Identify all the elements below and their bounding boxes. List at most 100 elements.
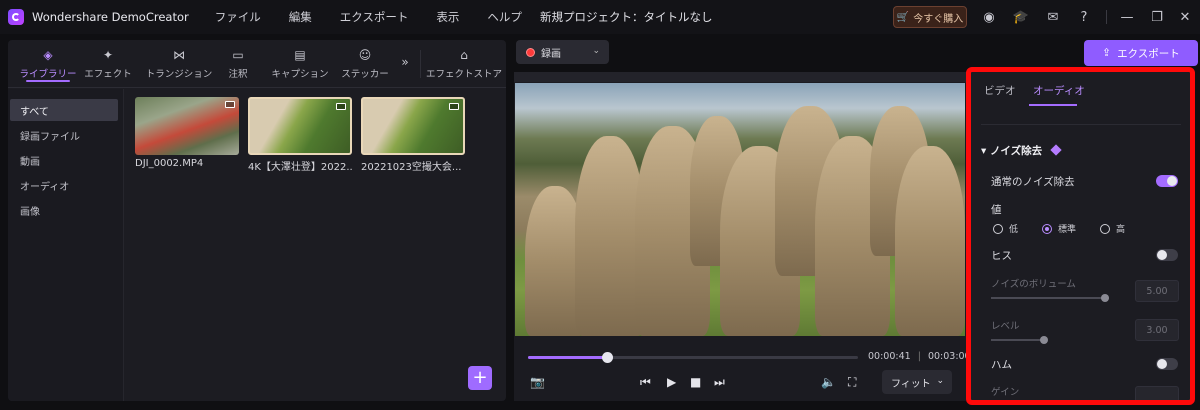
sidebar-item-label: 画像 [20, 206, 40, 218]
annotation-icon: ▭ [232, 48, 244, 62]
sidebar-item-label: オーディオ [20, 181, 70, 193]
media-name: DJI_0002.MP4 [135, 158, 204, 169]
snapshot-icon[interactable]: 📷 [530, 375, 545, 389]
menu-bar: ファイル 編集 エクスポート 表示 ヘルプ [215, 9, 550, 25]
more-tabs-button[interactable]: » [396, 40, 414, 88]
library-tabs: ◈ ライブラリー ✦ エフェクト ⋈ トランジション ▭ 注釈 ▤ キャプション… [8, 40, 506, 88]
video-preview[interactable] [515, 83, 965, 336]
tab-stickers[interactable]: ☺ ステッカー [341, 40, 389, 88]
zoom-fit-select[interactable]: フィット ⌄ [882, 370, 952, 394]
titlebar-divider [1106, 10, 1107, 24]
library-panel: ◈ ライブラリー ✦ エフェクト ⋈ トランジション ▭ 注釈 ▤ キャプション… [8, 40, 506, 401]
media-item[interactable]: 20221023空撮大会... [361, 97, 465, 173]
tab-library-label: ライブラリー [19, 69, 77, 80]
title-bar: Wondershare DemoCreator ファイル 編集 エクスポート 表… [0, 0, 1200, 34]
media-name: 4K【大澤壮登】2022... [248, 162, 352, 173]
sticker-icon: ☺ [358, 48, 372, 62]
menu-file[interactable]: ファイル [215, 9, 261, 25]
transition-icon: ⋈ [173, 48, 185, 62]
sidebar-item-images[interactable]: 画像 [10, 199, 118, 221]
tab-effects-label: エフェクト [84, 69, 132, 80]
sidebar-item-label: すべて [20, 106, 49, 118]
tabs-divider [420, 50, 421, 78]
record-dropdown[interactable]: 録画 ⌄ [516, 40, 609, 64]
tab-library[interactable]: ◈ ライブラリー [16, 40, 80, 88]
app-name: Wondershare DemoCreator [32, 10, 189, 24]
sparkle-icon: ✦ [102, 48, 114, 62]
sidebar-item-label: 動画 [20, 156, 40, 168]
media-item[interactable]: 4K【大澤壮登】2022... [248, 97, 352, 173]
fit-label: フィット [891, 378, 931, 390]
media-thumbnail[interactable] [361, 97, 465, 155]
export-label: エクスポート [1117, 47, 1180, 60]
tab-effects[interactable]: ✦ エフェクト [82, 40, 134, 88]
tab-effect-store[interactable]: ⌂ エフェクトストア [426, 40, 503, 88]
export-button[interactable]: ⇪ エクスポート [1084, 40, 1198, 66]
highlight-frame [966, 67, 1195, 405]
tab-transitions[interactable]: ⋈ トランジション [142, 40, 216, 88]
media-thumbnail[interactable] [135, 97, 239, 155]
upload-icon: ⇪ [1102, 47, 1112, 59]
tab-transitions-label: トランジション [145, 69, 213, 80]
store-icon: ⌂ [460, 48, 468, 62]
mail-icon[interactable]: ✉ [1044, 8, 1062, 26]
stop-icon[interactable]: ■ [690, 375, 701, 389]
rice-sheaf [895, 146, 965, 336]
chevron-down-icon: ⌄ [936, 376, 944, 386]
caption-icon: ▤ [294, 48, 306, 62]
tab-captions[interactable]: ▤ キャプション [272, 40, 329, 88]
fullscreen-icon[interactable]: ⛶ [848, 375, 856, 390]
restore-icon[interactable]: ❐ [1148, 8, 1166, 26]
preview-panel: 00:00:41 | 00:03:00 📷 ⏮ ▶ ■ ⏭ 🔈 ⛶ フィット ⌄ [514, 72, 971, 401]
close-icon[interactable]: ✕ [1176, 8, 1194, 26]
current-time: 00:00:41 [868, 351, 911, 362]
video-badge-icon [336, 103, 346, 110]
media-thumbnail[interactable] [248, 97, 352, 155]
layers-icon: ◈ [43, 48, 53, 62]
library-sidebar: すべて 録画ファイル 動画 オーディオ 画像 [8, 89, 124, 401]
buy-now-button[interactable]: 🛒 今すぐ購入 [893, 6, 967, 28]
total-time: 00:03:00 [927, 351, 971, 362]
menu-help[interactable]: ヘルプ [487, 9, 522, 25]
progress-handle[interactable] [602, 352, 614, 363]
account-icon[interactable]: ◉ [980, 8, 998, 26]
help-icon[interactable]: ? [1075, 8, 1093, 26]
plus-icon: + [472, 367, 488, 388]
sidebar-item-label: 録画ファイル [20, 131, 80, 143]
record-dot-icon [526, 47, 535, 57]
minimize-icon[interactable]: — [1118, 8, 1136, 26]
cart-icon: 🛒 [896, 11, 910, 23]
preview-header [514, 72, 966, 82]
menu-edit[interactable]: 編集 [289, 9, 312, 25]
previous-frame-icon[interactable]: ⏮ [640, 375, 651, 390]
add-media-button[interactable]: + [468, 366, 492, 390]
tutorial-icon[interactable]: 🎓 [1012, 8, 1030, 26]
video-badge-icon [449, 103, 459, 110]
sidebar-item-audio[interactable]: オーディオ [10, 174, 118, 196]
menu-export[interactable]: エクスポート [340, 9, 409, 25]
video-badge-icon [225, 101, 235, 108]
app-logo-icon [8, 9, 24, 25]
chevron-double-right-icon: » [401, 55, 409, 69]
media-name: 20221023空撮大会... [361, 162, 462, 173]
media-item[interactable]: DJI_0002.MP4 [135, 97, 239, 169]
record-label: 録画 [541, 48, 561, 60]
tab-annotations[interactable]: ▭ 注釈 [220, 40, 256, 88]
volume-icon[interactable]: 🔈 [821, 375, 836, 389]
sidebar-item-video[interactable]: 動画 [10, 149, 118, 171]
time-separator: | [917, 351, 921, 362]
buy-now-label: 今すぐ購入 [913, 13, 964, 25]
menu-view[interactable]: 表示 [436, 9, 459, 25]
chevron-down-icon: ⌄ [592, 46, 600, 56]
play-icon[interactable]: ▶ [667, 375, 676, 389]
sidebar-item-all[interactable]: すべて [10, 99, 118, 121]
progress-fill [528, 356, 608, 359]
timecode: 00:00:41 | 00:03:00 [868, 351, 971, 362]
tab-stickers-label: ステッカー [341, 69, 389, 80]
playback-progress[interactable] [528, 352, 858, 363]
tab-effect-store-label: エフェクトストア [426, 69, 503, 80]
next-frame-icon[interactable]: ⏭ [714, 375, 725, 390]
sidebar-item-recordings[interactable]: 録画ファイル [10, 124, 118, 146]
tab-annotations-label: 注釈 [228, 69, 248, 80]
project-title: 新規プロジェクト：タイトルなし [540, 10, 713, 24]
